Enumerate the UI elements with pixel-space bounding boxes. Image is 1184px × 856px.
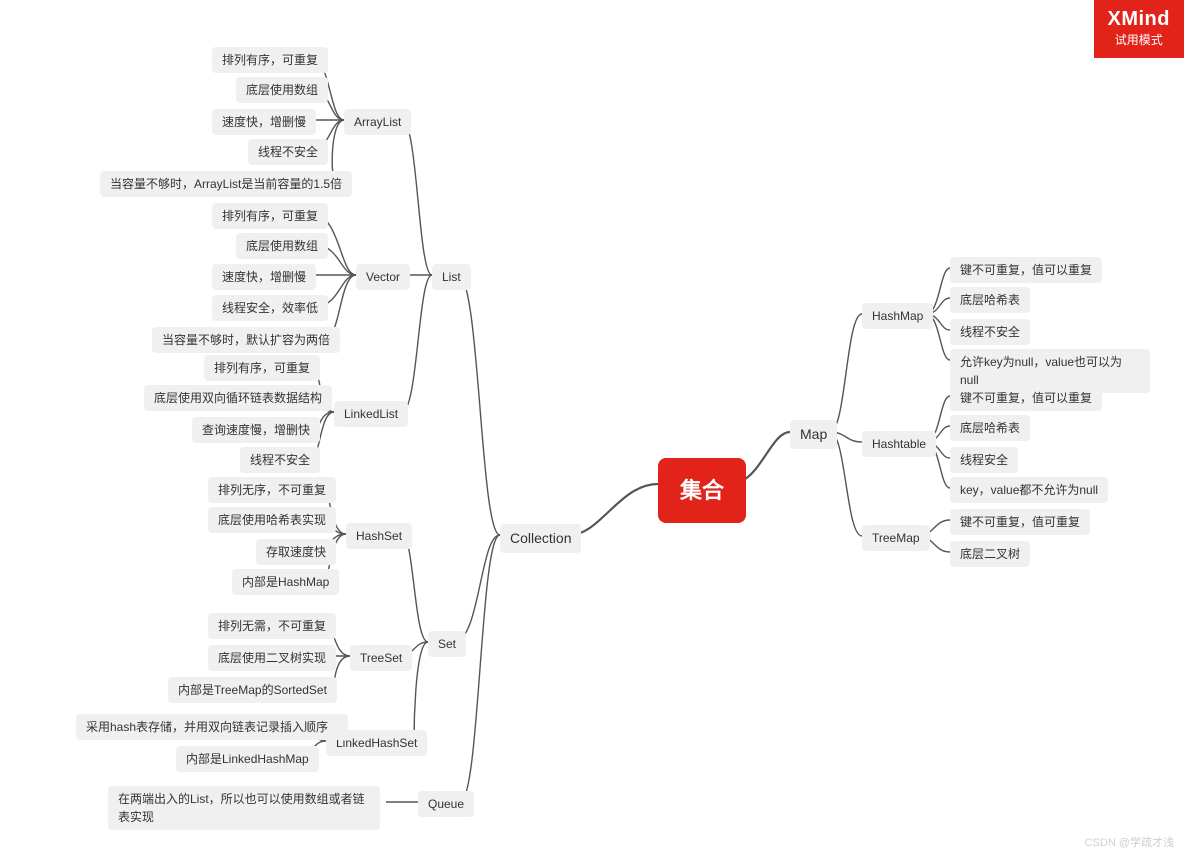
mindmap-canvas[interactable]: 集合 Collection Map List Set Queue ArrayLi…	[0, 0, 1184, 856]
queue-node[interactable]: Queue	[418, 791, 474, 817]
hashmap-leaf: 线程不安全	[950, 319, 1030, 345]
arraylist-node[interactable]: ArrayList	[344, 109, 411, 135]
hashset-leaf: 底层使用哈希表实现	[208, 507, 336, 533]
queue-leaf: 在两端出入的List，所以也可以使用数组或者链表实现	[108, 786, 380, 830]
xmind-watermark: XMind 试用模式	[1094, 0, 1184, 58]
credit-text: CSDN @学疏才浅	[1085, 834, 1174, 850]
vector-leaf: 当容量不够时，默认扩容为两倍	[152, 327, 340, 353]
hashtable-node[interactable]: Hashtable	[862, 431, 936, 457]
linkedhashset-leaf: 采用hash表存储，并用双向链表记录插入顺序	[76, 714, 348, 740]
vector-leaf: 速度快，增删慢	[212, 264, 316, 290]
hashtable-leaf: 键不可重复，值可以重复	[950, 385, 1102, 411]
arraylist-leaf: 底层使用数组	[236, 77, 328, 103]
root-node[interactable]: 集合	[658, 458, 746, 523]
treeset-leaf: 内部是TreeMap的SortedSet	[168, 677, 337, 703]
hashset-leaf: 排列无序，不可重复	[208, 477, 336, 503]
linkedlist-leaf: 底层使用双向循环链表数据结构	[144, 385, 332, 411]
vector-leaf: 线程安全，效率低	[212, 295, 328, 321]
vector-leaf: 底层使用数组	[236, 233, 328, 259]
treemap-leaf: 底层二叉树	[950, 541, 1030, 567]
hashtable-leaf: 底层哈希表	[950, 415, 1030, 441]
arraylist-leaf: 速度快，增删慢	[212, 109, 316, 135]
linkedlist-leaf: 线程不安全	[240, 447, 320, 473]
treeset-leaf: 排列无需，不可重复	[208, 613, 336, 639]
collection-node[interactable]: Collection	[500, 524, 581, 553]
vector-node[interactable]: Vector	[356, 264, 410, 290]
hashmap-leaf: 底层哈希表	[950, 287, 1030, 313]
hashset-leaf: 存取速度快	[256, 539, 336, 565]
arraylist-leaf: 当容量不够时，ArrayList是当前容量的1.5倍	[100, 171, 352, 197]
list-node[interactable]: List	[432, 264, 471, 290]
treemap-node[interactable]: TreeMap	[862, 525, 930, 551]
map-node[interactable]: Map	[790, 420, 837, 449]
arraylist-leaf: 线程不安全	[248, 139, 328, 165]
linkedlist-leaf: 查询速度慢，增删快	[192, 417, 320, 443]
hashset-leaf: 内部是HashMap	[232, 569, 339, 595]
vector-leaf: 排列有序，可重复	[212, 203, 328, 229]
treemap-leaf: 键不可重复，值可重复	[950, 509, 1090, 535]
xmind-brand: XMind	[1108, 8, 1171, 31]
hashtable-leaf: 线程安全	[950, 447, 1018, 473]
set-node[interactable]: Set	[428, 631, 466, 657]
linkedlist-leaf: 排列有序，可重复	[204, 355, 320, 381]
arraylist-leaf: 排列有序，可重复	[212, 47, 328, 73]
xmind-mode: 试用模式	[1108, 31, 1171, 48]
treeset-leaf: 底层使用二叉树实现	[208, 645, 336, 671]
hashmap-leaf: 键不可重复，值可以重复	[950, 257, 1102, 283]
hashmap-node[interactable]: HashMap	[862, 303, 933, 329]
hashtable-leaf: key，value都不允许为null	[950, 477, 1108, 503]
linkedhashset-leaf: 内部是LinkedHashMap	[176, 746, 319, 772]
treeset-node[interactable]: TreeSet	[350, 645, 412, 671]
hashset-node[interactable]: HashSet	[346, 523, 412, 549]
linkedlist-node[interactable]: LinkedList	[334, 401, 408, 427]
